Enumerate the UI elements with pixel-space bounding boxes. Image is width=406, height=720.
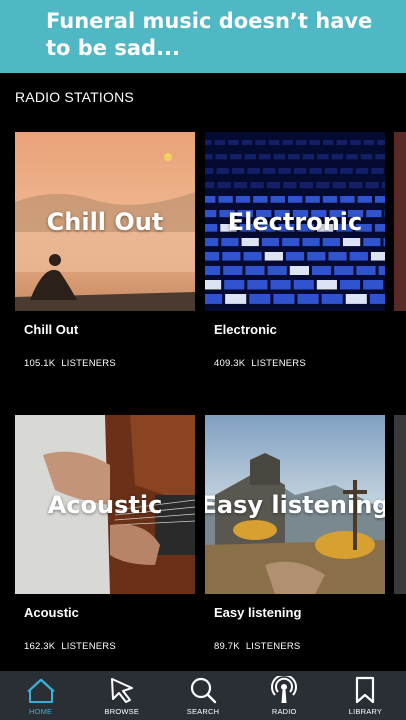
- listener-number: 409.3K: [214, 358, 246, 369]
- listener-number: 89.7K: [214, 641, 240, 652]
- radio-icon: [271, 676, 298, 703]
- nav-label: RADIO: [271, 707, 297, 716]
- promo-banner[interactable]: Funeral music doesn’t have to be sad...: [0, 0, 406, 73]
- nav-label: HOME: [28, 707, 53, 716]
- nav-label: LIBRARY: [348, 707, 383, 716]
- listener-label: LISTENERS: [245, 641, 301, 652]
- listener-number: 162.3K: [24, 641, 56, 652]
- station-name[interactable]: Chill Out: [24, 322, 195, 337]
- search-icon: [190, 677, 217, 704]
- station-image[interactable]: Electronic: [205, 132, 385, 311]
- station-card-chill-out[interactable]: Chill Out Chill Out 105.1K LISTENERS: [15, 132, 195, 369]
- nav-search[interactable]: SEARCH: [162, 671, 243, 720]
- listener-count: 409.3K LISTENERS: [214, 358, 385, 369]
- listener-label: LISTENERS: [61, 358, 116, 369]
- bookmark-icon: [356, 676, 375, 704]
- home-icon: [26, 678, 55, 703]
- station-overlay-title: Electronic: [227, 207, 363, 236]
- nav-home[interactable]: HOME: [0, 671, 81, 720]
- section-title: RADIO STATIONS: [15, 89, 134, 105]
- listener-number: 105.1K: [24, 358, 56, 369]
- station-name[interactable]: Electronic: [214, 322, 385, 337]
- station-overlay-title: Easy listening: [205, 490, 385, 519]
- station-overlay-title: Acoustic: [47, 490, 163, 519]
- station-image[interactable]: Chill Out: [15, 132, 195, 311]
- station-card-acoustic[interactable]: Acoustic Acoustic 162.3K LISTENERS: [15, 415, 195, 652]
- station-card-electronic[interactable]: Electronic Electronic 409.3K LISTENERS: [205, 132, 385, 369]
- nav-library[interactable]: LIBRARY: [325, 671, 406, 720]
- station-image[interactable]: Acoustic: [15, 415, 195, 594]
- next-card-peek[interactable]: [394, 415, 406, 594]
- station-image[interactable]: Easy listening: [205, 415, 385, 594]
- listener-count: 162.3K LISTENERS: [24, 641, 195, 652]
- next-card-peek[interactable]: [394, 132, 406, 311]
- station-name[interactable]: Acoustic: [24, 605, 195, 620]
- cursor-icon: [110, 678, 133, 703]
- station-card-easy-listening[interactable]: Easy listening Easy listening 89.7K LISTE…: [205, 415, 385, 652]
- listener-count: 105.1K LISTENERS: [24, 358, 195, 369]
- listener-count: 89.7K LISTENERS: [214, 641, 385, 652]
- bottom-nav: HOME BROWSE SEARCH RADIO LIBRARY: [0, 671, 406, 720]
- nav-browse[interactable]: BROWSE: [81, 671, 162, 720]
- listener-label: LISTENERS: [251, 358, 306, 369]
- nav-label: BROWSE: [104, 707, 140, 716]
- listener-label: LISTENERS: [61, 641, 116, 652]
- station-name[interactable]: Easy listening: [214, 605, 385, 620]
- station-overlay-title: Chill Out: [46, 207, 164, 236]
- nav-radio[interactable]: RADIO: [244, 671, 325, 720]
- nav-label: SEARCH: [186, 707, 220, 716]
